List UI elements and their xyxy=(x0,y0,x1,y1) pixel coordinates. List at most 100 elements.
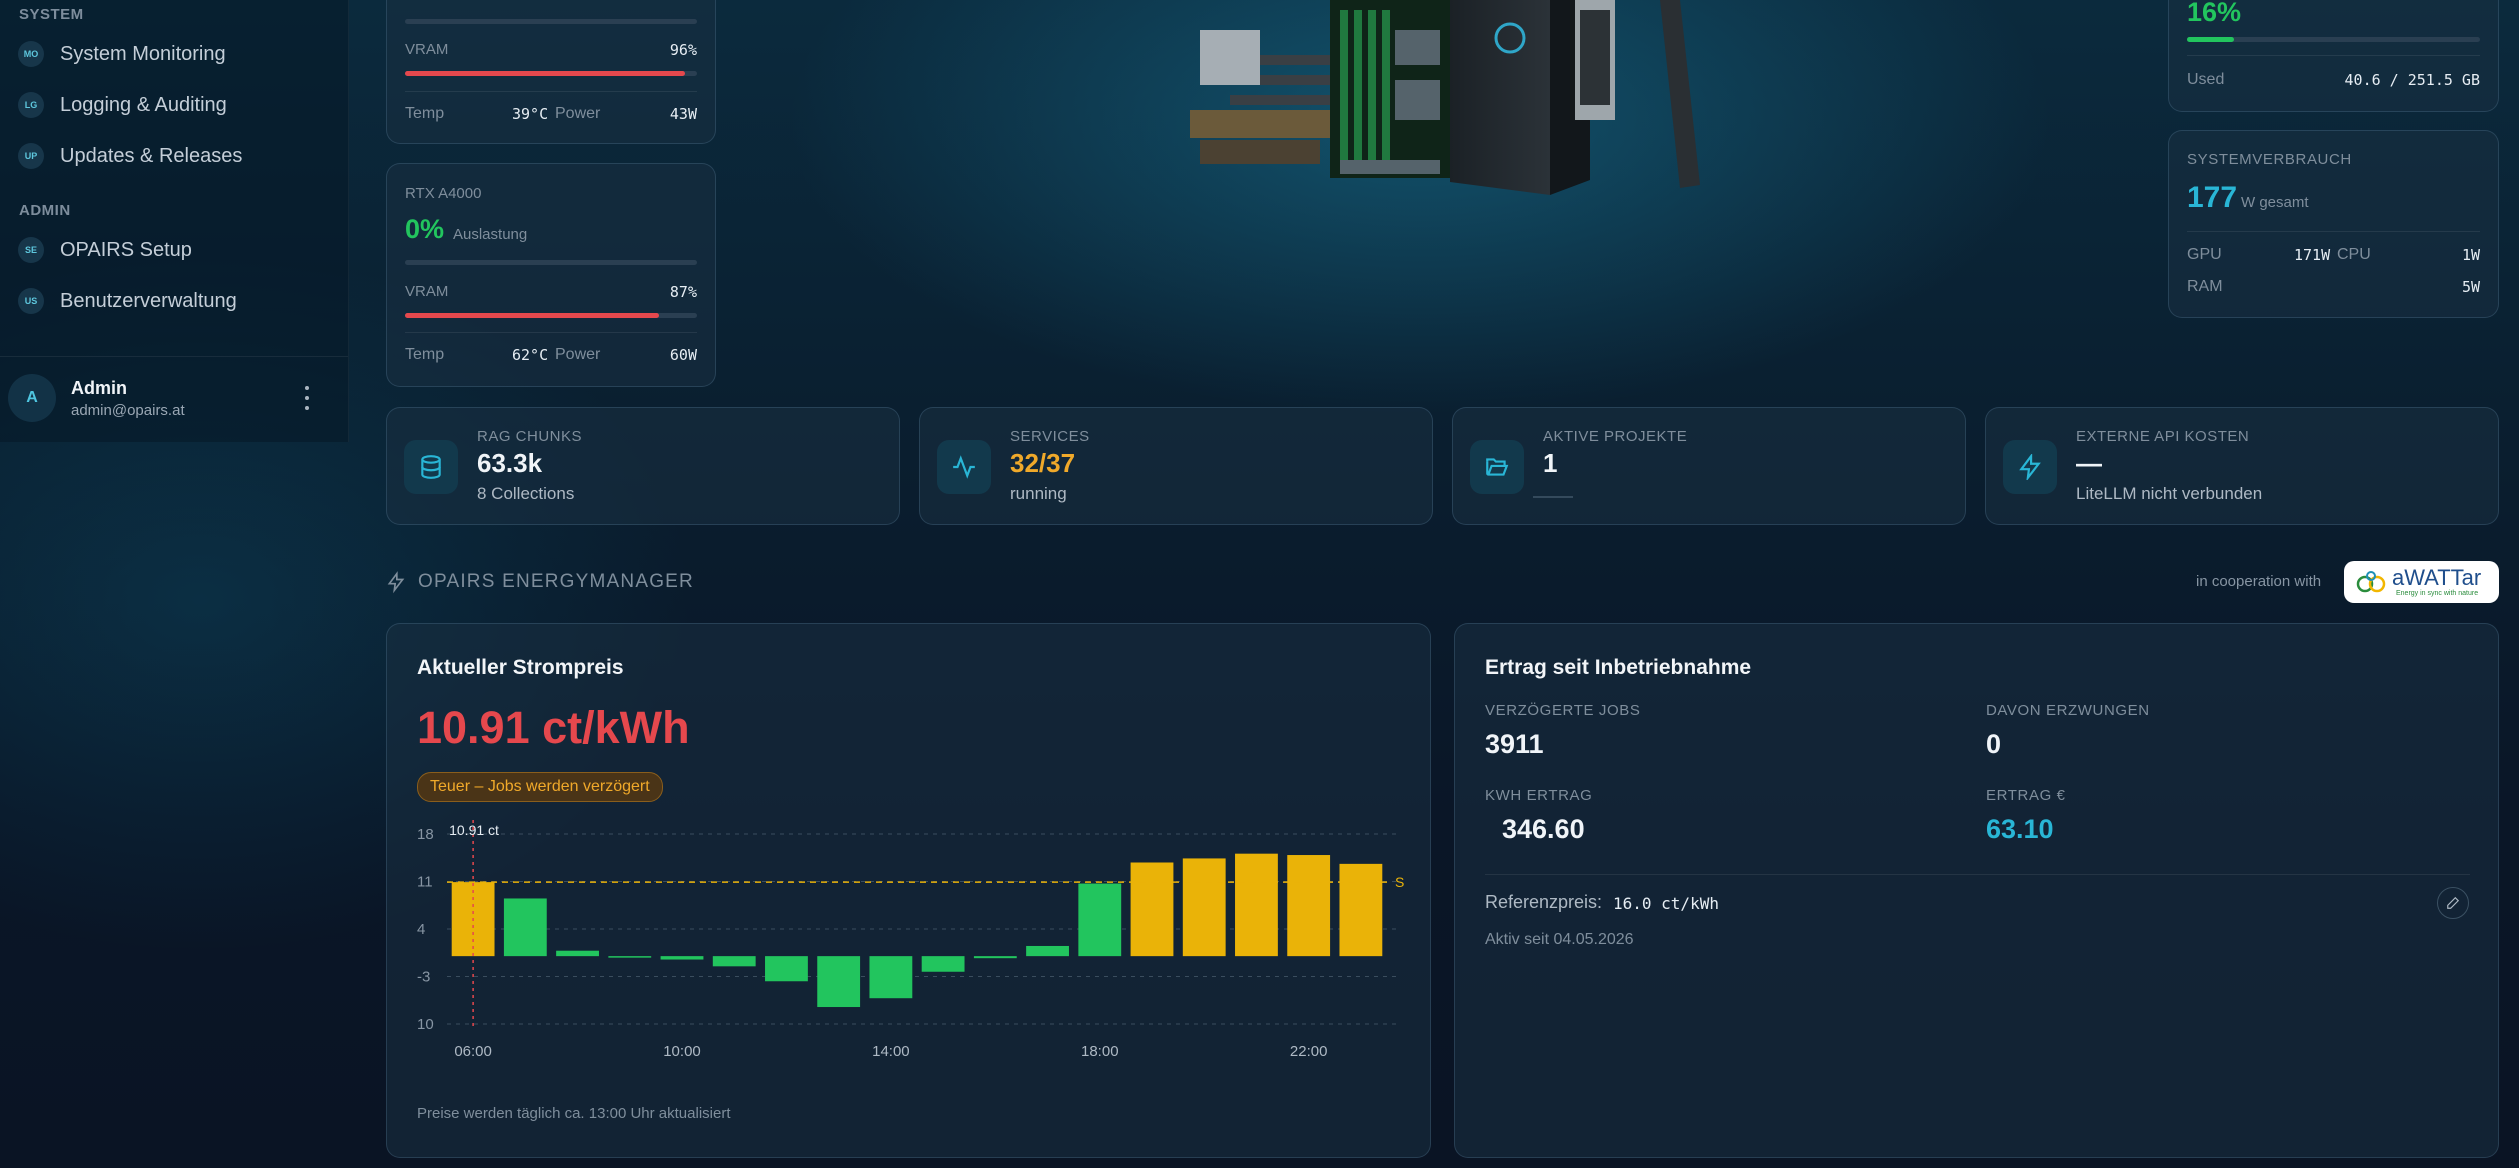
cooperation-label: in cooperation with xyxy=(2196,573,2322,590)
stat-value: 63.3k xyxy=(477,448,543,478)
gpu-card-rtx-a4000: RTX A4000 0% Auslastung VRAM 87% Temp 62… xyxy=(386,163,716,387)
x-tick-label: 18:00 xyxy=(1081,1043,1119,1060)
price-bar xyxy=(1339,863,1383,957)
card-divider xyxy=(405,332,697,333)
euro-yield-label: ERTRAG € xyxy=(1986,787,2066,804)
gpu-power-value: 171W xyxy=(2294,246,2331,264)
stat-label: AKTIVE PROJEKTE xyxy=(1543,428,1688,445)
price-bar xyxy=(712,956,756,967)
stat-card-services[interactable]: SERVICES 32/37 running xyxy=(919,407,1433,525)
forced-jobs-value: 0 xyxy=(1986,729,2002,759)
sidebar-item-opairs-setup[interactable]: SE OPAIRS Setup xyxy=(18,237,192,263)
nav-badge-lg: LG xyxy=(18,92,44,118)
user-name: Admin xyxy=(71,378,127,398)
stat-subtext: LiteLLM nicht verbunden xyxy=(2076,484,2263,503)
pencil-icon xyxy=(2447,896,2460,909)
stat-label: RAG CHUNKS xyxy=(477,428,583,445)
x-tick-label: 06:00 xyxy=(454,1043,492,1060)
temp-label: Temp xyxy=(405,105,445,122)
nav-badge-se: SE xyxy=(18,237,44,263)
power-value: 43W xyxy=(669,105,697,123)
price-bar xyxy=(869,956,913,999)
stat-card-active-projects[interactable]: AKTIVE PROJEKTE 1 xyxy=(1452,407,1966,525)
storage-bar xyxy=(2187,37,2480,42)
x-tick-label: 14:00 xyxy=(872,1043,910,1060)
stat-card-rag-chunks[interactable]: RAG CHUNKS 63.3k 8 Collections xyxy=(386,407,900,525)
price-bar xyxy=(1078,883,1122,957)
user-email: admin@opairs.at xyxy=(71,402,185,419)
lightning-icon xyxy=(387,571,405,594)
price-bar xyxy=(503,898,547,957)
awattar-tagline: Energy in sync with nature xyxy=(2396,590,2479,597)
edit-reference-price-button[interactable] xyxy=(2437,887,2469,919)
database-icon xyxy=(404,440,458,494)
electricity-price-card: Aktueller Strompreis 10.91 ct/kWh Teuer … xyxy=(386,623,1431,1158)
stat-card-api-costs[interactable]: EXTERNE API KOSTEN — LiteLLM nicht verbu… xyxy=(1985,407,2499,525)
price-bar xyxy=(765,956,808,982)
awattar-logo[interactable]: aWATTar Energy in sync with nature xyxy=(2344,561,2499,603)
price-bar xyxy=(1235,853,1278,957)
sidebar-item-label: OPAIRS Setup xyxy=(60,238,192,261)
card-divider xyxy=(405,91,697,92)
stat-subtext: 8 Collections xyxy=(477,484,575,503)
sidebar-item-system-monitoring[interactable]: MO System Monitoring xyxy=(18,41,226,67)
active-since: Aktiv seit 04.05.2026 xyxy=(1485,931,1634,948)
power-total-unit: W gesamt xyxy=(2241,194,2309,211)
delayed-jobs-value: 3911 xyxy=(1485,729,1544,759)
gpu-name: RTX A4000 xyxy=(405,185,482,202)
cpu-power-label: CPU xyxy=(2337,246,2371,263)
gpu-util-bar xyxy=(405,260,697,265)
energymanager-title: OPAIRS ENERGYMANAGER xyxy=(418,571,694,592)
price-bar xyxy=(1130,862,1174,957)
stat-value: — xyxy=(2076,448,2102,478)
power-label: Power xyxy=(555,346,601,363)
vram-value: 96% xyxy=(669,41,697,59)
sidebar-item-updates-releases[interactable]: UP Updates & Releases xyxy=(18,143,242,169)
gpu-power-label: GPU xyxy=(2187,246,2222,263)
gpu-util-value: 0% xyxy=(405,214,445,244)
stat-subtext: running xyxy=(1010,484,1067,503)
storage-percent: 16% xyxy=(2187,0,2242,27)
cpu-power-value: 1W xyxy=(2461,246,2480,264)
sidebar-item-label: Updates & Releases xyxy=(60,144,243,167)
vram-label: VRAM xyxy=(405,41,449,58)
yield-card-title: Ertrag seit Inbetriebnahme xyxy=(1485,656,1752,679)
price-bar xyxy=(973,956,1017,959)
stat-value: 32/37 xyxy=(1010,448,1076,478)
price-bar xyxy=(1182,858,1226,957)
more-options-icon[interactable] xyxy=(300,386,314,410)
loading-placeholder xyxy=(1533,496,1573,498)
price-chart: 18 11 4 -3 10 S 10.91 ct 06:00 10:00 14:00 18:00 22… xyxy=(417,820,1404,1060)
sidebar-item-benutzerverwaltung[interactable]: US Benutzerverwaltung xyxy=(18,288,237,314)
stat-label: EXTERNE API KOSTEN xyxy=(2076,428,2250,445)
threshold-label: S xyxy=(1395,874,1404,890)
card-divider xyxy=(2187,231,2480,232)
power-consumption-card: SYSTEMVERBRAUCH 177 W gesamt GPU 171W CP… xyxy=(2168,130,2499,318)
x-tick-label: 10:00 xyxy=(663,1043,701,1060)
price-bar xyxy=(1287,855,1331,957)
price-bar xyxy=(817,956,861,1008)
card-divider xyxy=(1485,874,2470,875)
sidebar-item-label: System Monitoring xyxy=(60,42,226,65)
vram-value: 87% xyxy=(669,283,697,301)
price-card-title: Aktueller Strompreis xyxy=(417,656,624,679)
vram-bar-fill xyxy=(405,313,660,318)
price-bar xyxy=(921,956,965,972)
awattar-logo-mark xyxy=(2356,571,2386,593)
yield-card: Ertrag seit Inbetriebnahme VERZÖGERTE JO… xyxy=(1454,623,2499,1158)
y-tick-label: -3 xyxy=(417,969,430,986)
nav-badge-up: UP xyxy=(18,143,44,169)
stat-value: 1 xyxy=(1543,448,1558,478)
temp-value: 39°C xyxy=(512,105,549,123)
y-tick-label: 4 xyxy=(417,921,425,938)
storage-used-value: 40.6 / 251.5 GB xyxy=(2344,71,2480,89)
price-update-note: Preise werden täglich ca. 13:00 Uhr aktu… xyxy=(417,1105,731,1122)
ram-power-label: RAM xyxy=(2187,278,2223,295)
price-status-badge: Teuer – Jobs werden verzögert xyxy=(417,772,663,802)
sidebar-item-label: Logging & Auditing xyxy=(60,93,227,116)
sidebar-item-logging-auditing[interactable]: LG Logging & Auditing xyxy=(18,92,227,118)
y-tick-label: 11 xyxy=(417,874,433,891)
avatar[interactable]: A xyxy=(8,374,56,422)
lightning-icon xyxy=(2003,440,2057,494)
reference-price-label: Referenzpreis: xyxy=(1485,892,1603,912)
